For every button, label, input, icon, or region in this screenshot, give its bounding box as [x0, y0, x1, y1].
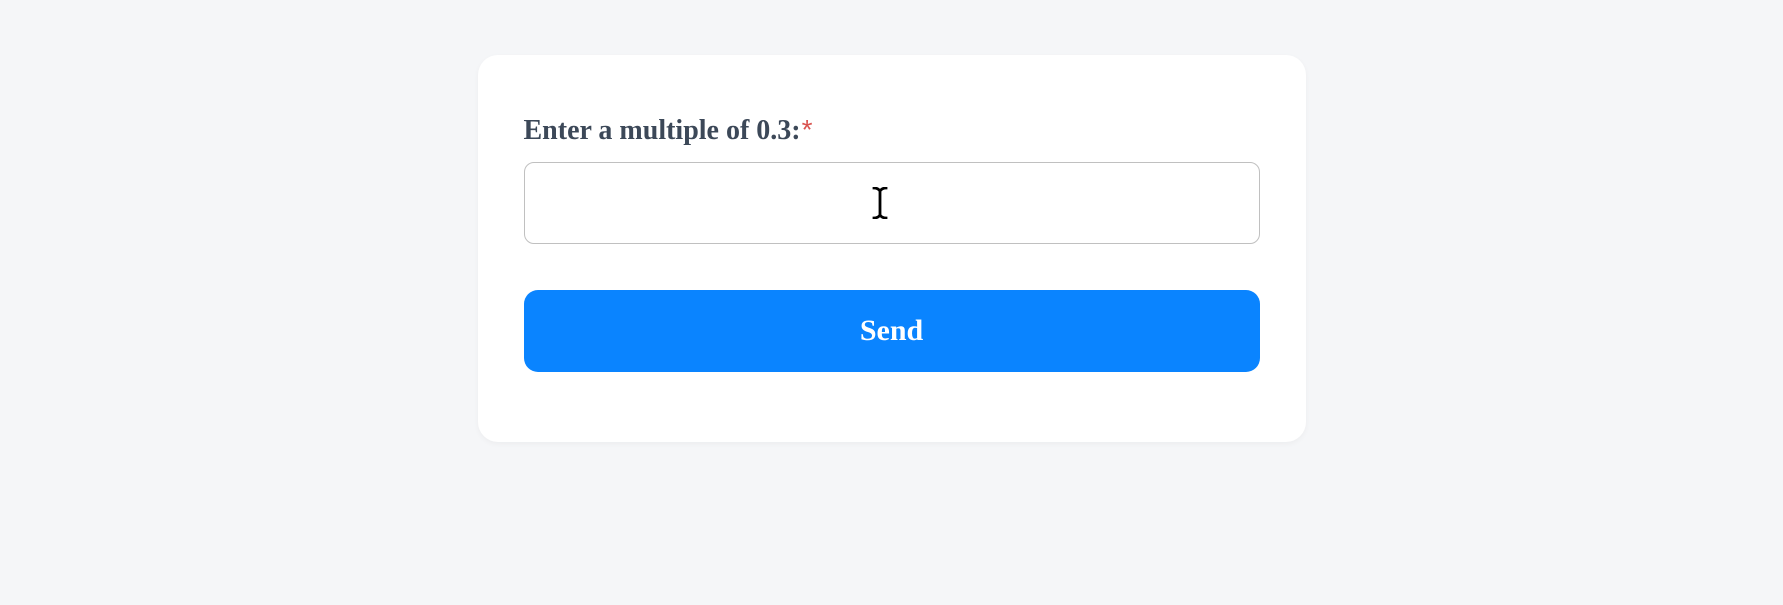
- form-card: Enter a multiple of 0.3:* Send: [478, 55, 1306, 442]
- multiple-input[interactable]: [524, 162, 1260, 244]
- input-wrapper: [524, 162, 1260, 244]
- input-label: Enter a multiple of 0.3:*: [524, 110, 1260, 150]
- send-button[interactable]: Send: [524, 290, 1260, 372]
- required-asterisk: *: [802, 114, 813, 145]
- label-text: Enter a multiple of 0.3:: [524, 115, 801, 146]
